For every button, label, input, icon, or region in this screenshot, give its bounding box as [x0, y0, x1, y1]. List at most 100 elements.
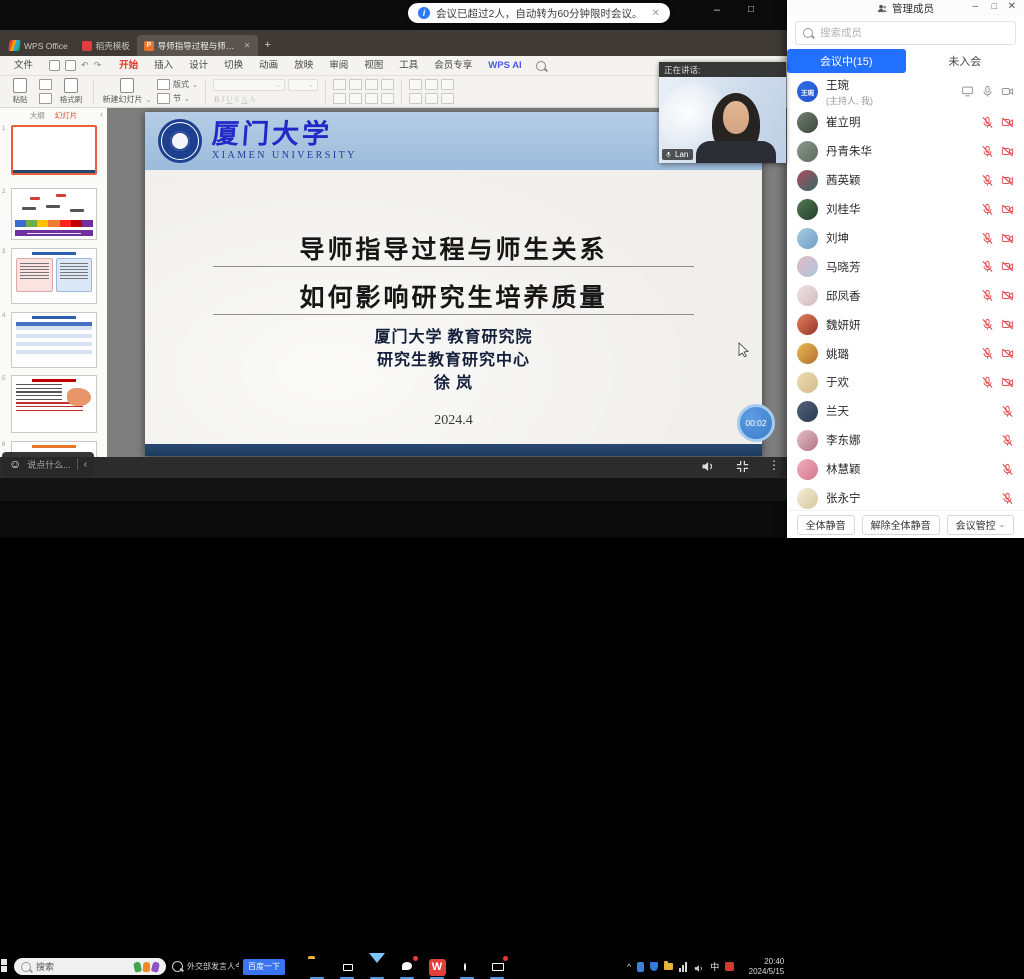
camera-icon[interactable]	[1001, 85, 1014, 98]
member-row[interactable]: 茜英颖	[787, 166, 1024, 195]
wordart-icon[interactable]	[441, 93, 454, 104]
search-icon[interactable]	[536, 61, 546, 71]
font-size-select[interactable]: ⌄	[288, 79, 318, 91]
font-name-select[interactable]: ⌄	[213, 79, 285, 91]
bullets-icon[interactable]	[333, 79, 346, 90]
chart-icon[interactable]	[425, 93, 438, 104]
member-row[interactable]: 邱凤香	[787, 281, 1024, 310]
window-minimize-button[interactable]: –	[714, 4, 720, 16]
camera-off-icon[interactable]	[1001, 376, 1014, 389]
taskbar-clock[interactable]: 20:40 2024/5/15	[740, 957, 784, 976]
member-row[interactable]: 林慧颖	[787, 455, 1024, 484]
print-icon[interactable]	[65, 60, 76, 71]
section-button[interactable]: 节⌄	[157, 93, 198, 104]
slides-view-tab[interactable]: 幻灯片	[55, 110, 78, 121]
wps-menu-item[interactable]: 视图	[356, 56, 391, 76]
copy-icon[interactable]	[39, 93, 52, 104]
save-icon[interactable]	[49, 60, 60, 71]
wps-menu-item[interactable]: WPS AI	[480, 56, 529, 76]
menu-file[interactable]: 文件	[6, 56, 41, 76]
member-row[interactable]: 李东娜	[787, 426, 1024, 455]
collapse-panel-icon[interactable]: ‹	[100, 109, 103, 119]
mic-muted-icon[interactable]	[981, 260, 994, 273]
camera-off-icon[interactable]	[1001, 318, 1014, 331]
usb-tray-icon[interactable]	[637, 962, 644, 972]
layout-button[interactable]: 版式⌄	[157, 79, 198, 90]
panel-minimize-button[interactable]: –	[972, 1, 978, 12]
taskbar-wechat-icon[interactable]	[398, 958, 416, 976]
member-row[interactable]: 于欢	[787, 368, 1024, 397]
wps-menu-item[interactable]: 会员专享	[426, 56, 480, 76]
taskbar-explorer-icon[interactable]	[308, 958, 326, 976]
mic-muted-icon[interactable]	[981, 318, 994, 331]
member-search-input[interactable]	[818, 26, 1008, 40]
wps-menu-item[interactable]: 设计	[181, 56, 216, 76]
bold-icon[interactable]: B	[213, 94, 221, 104]
tab-not-joined[interactable]: 未入会	[906, 49, 1024, 73]
fit-screen-icon[interactable]	[735, 459, 750, 474]
member-row[interactable]: 崔立明	[787, 108, 1024, 137]
camera-off-icon[interactable]	[1001, 260, 1014, 273]
camera-off-icon[interactable]	[1001, 174, 1014, 187]
wps-document-tab[interactable]: P 导师指导过程与师生关系如何影响研究生... ✕	[137, 35, 258, 56]
table-icon[interactable]	[409, 93, 422, 104]
member-row[interactable]: 姚璐	[787, 339, 1024, 368]
wps-home-tab[interactable]: WPS Office	[2, 35, 75, 56]
volume-tray-icon[interactable]	[693, 961, 704, 972]
member-row[interactable]: 魏妍妍	[787, 310, 1024, 339]
new-slide-button[interactable]: 新建幻灯片⌄	[101, 77, 153, 107]
camera-off-icon[interactable]	[1001, 347, 1014, 360]
align-center-icon[interactable]	[349, 93, 362, 104]
wps-menu-item[interactable]: 放映	[286, 56, 321, 76]
member-row[interactable]: 刘坤	[787, 224, 1024, 253]
member-row[interactable]: 张永宁	[787, 484, 1024, 511]
numbering-icon[interactable]	[349, 79, 362, 90]
chat-input-pill[interactable]: ☺ 说点什么... ‹	[2, 452, 94, 476]
taskbar-chrome-icon[interactable]	[458, 958, 476, 976]
indent-icon[interactable]	[365, 79, 378, 90]
screen-share-icon[interactable]	[961, 85, 974, 98]
member-search-box[interactable]	[795, 21, 1016, 45]
taskbar-mail-icon[interactable]	[368, 958, 386, 976]
cut-icon[interactable]	[39, 79, 52, 90]
slide-thumbnail-4[interactable]	[11, 312, 97, 368]
mic-muted-icon[interactable]	[981, 289, 994, 302]
mic-muted-icon[interactable]	[981, 174, 994, 187]
defender-tray-icon[interactable]	[650, 962, 658, 971]
wps-menu-item[interactable]: 工具	[391, 56, 426, 76]
member-row[interactable]: 刘桂华	[787, 195, 1024, 224]
highlight-icon[interactable]: A	[248, 94, 256, 104]
mic-icon[interactable]	[981, 85, 994, 98]
mic-muted-icon[interactable]	[981, 145, 994, 158]
taskbar-edge-icon[interactable]	[278, 958, 296, 976]
volume-icon[interactable]	[700, 459, 715, 474]
slide-thumbnail-1[interactable]	[11, 125, 97, 175]
camera-off-icon[interactable]	[1001, 232, 1014, 245]
justify-icon[interactable]	[381, 93, 394, 104]
mic-muted-icon[interactable]	[1001, 492, 1014, 505]
picture-icon[interactable]	[441, 79, 454, 90]
current-slide[interactable]: 厦门大学 XIAMEN UNIVERSITY 导师指导过程与师生关系 如何影响研…	[145, 112, 762, 456]
camera-off-icon[interactable]	[1001, 145, 1014, 158]
paste-button[interactable]: 粘贴	[5, 77, 35, 107]
camera-off-icon[interactable]	[1001, 116, 1014, 129]
folder-tray-icon[interactable]	[664, 963, 673, 970]
mic-muted-icon[interactable]	[1001, 434, 1014, 447]
mic-muted-icon[interactable]	[981, 232, 994, 245]
wps-menu-item[interactable]: 审阅	[321, 56, 356, 76]
wps-menu-item[interactable]: 动画	[251, 56, 286, 76]
red-app-tray-icon[interactable]	[725, 962, 734, 971]
meeting-control-button[interactable]: 会议管控⌄	[947, 515, 1015, 535]
window-maximize-button[interactable]: □	[748, 4, 754, 15]
font-color-icon[interactable]: A	[240, 94, 248, 104]
underline-icon[interactable]: U	[225, 94, 233, 104]
mic-muted-icon[interactable]	[981, 347, 994, 360]
unmute-all-button[interactable]: 解除全体静音	[862, 515, 940, 535]
shapes-icon[interactable]	[425, 79, 438, 90]
taskbar-store-icon[interactable]	[338, 958, 356, 976]
align-left-icon[interactable]	[333, 93, 346, 104]
network-tray-icon[interactable]	[679, 962, 687, 972]
member-row[interactable]: 王琬王琬(主持人, 我)	[787, 75, 1024, 108]
wps-menu-item[interactable]: 开始	[111, 56, 146, 76]
line-spacing-icon[interactable]	[381, 79, 394, 90]
